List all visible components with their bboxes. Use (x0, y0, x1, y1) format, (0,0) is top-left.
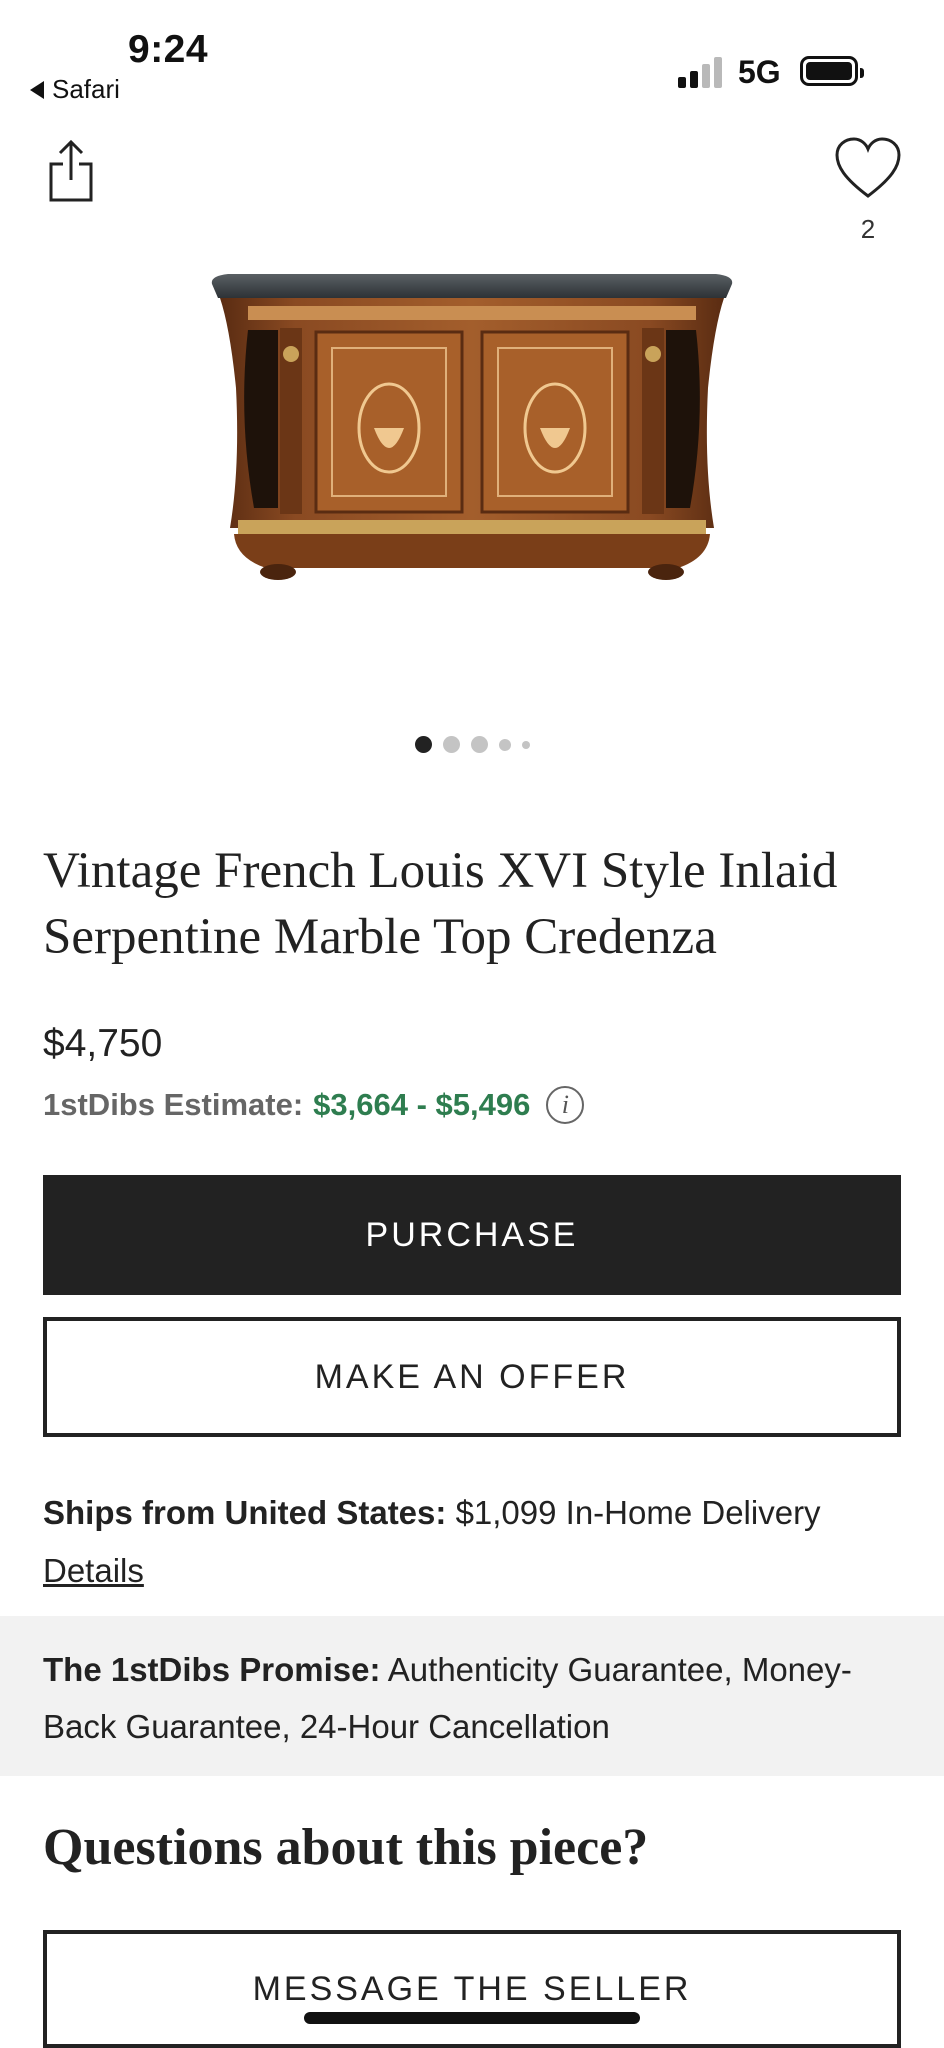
favorite-count: 2 (860, 214, 876, 244)
message-seller-button[interactable]: MESSAGE THE SELLER (43, 1930, 901, 2048)
status-bar: 9:24 Safari 5G (0, 0, 944, 120)
product-title: Vintage French Louis XVI Style Inlaid Se… (43, 843, 838, 965)
shipping-info: Ships from United States: $1,099 In-Home… (43, 1484, 913, 1600)
home-indicator (304, 2012, 640, 2024)
price-estimate: 1stDibs Estimate: $3,664 - $5,496 i (43, 1086, 585, 1124)
carousel-dot[interactable] (442, 736, 460, 753)
carousel-dot[interactable] (470, 736, 488, 753)
back-app-label: Safari (52, 74, 120, 104)
image-carousel-dots[interactable] (0, 736, 944, 753)
estimate-range: $3,664 - $5,496 (313, 1087, 531, 1122)
carousel-dot[interactable] (498, 738, 511, 751)
carousel-dot-active[interactable] (414, 736, 432, 753)
info-icon[interactable]: i (546, 1086, 585, 1124)
battery-icon (800, 56, 864, 86)
make-offer-button[interactable]: MAKE AN OFFER (43, 1317, 901, 1437)
product-price: $4,750 (43, 1022, 163, 1065)
back-to-safari-link[interactable]: Safari (30, 74, 120, 105)
product-image[interactable] (208, 268, 736, 598)
promise-label: The 1stDibs Promise: (43, 1651, 381, 1688)
questions-heading: Questions about this piece? (43, 1819, 649, 1876)
estimate-label: 1stDibs Estimate: (43, 1087, 304, 1122)
shipping-details-link[interactable]: Details (43, 1552, 144, 1589)
purchase-button[interactable]: PURCHASE (43, 1175, 901, 1295)
shipping-value: $1,099 In-Home Delivery (455, 1494, 821, 1531)
heart-icon[interactable] (834, 136, 902, 200)
carousel-dot[interactable] (521, 740, 530, 749)
share-icon[interactable] (46, 138, 96, 204)
shipping-label: Ships from United States: (43, 1494, 447, 1531)
promise-text: The 1stDibs Promise: Authenticity Guaran… (43, 1641, 913, 1755)
back-arrow-icon (30, 80, 44, 99)
network-type: 5G (738, 54, 781, 90)
cellular-signal-icon (678, 54, 722, 88)
status-time: 9:24 (128, 28, 209, 71)
